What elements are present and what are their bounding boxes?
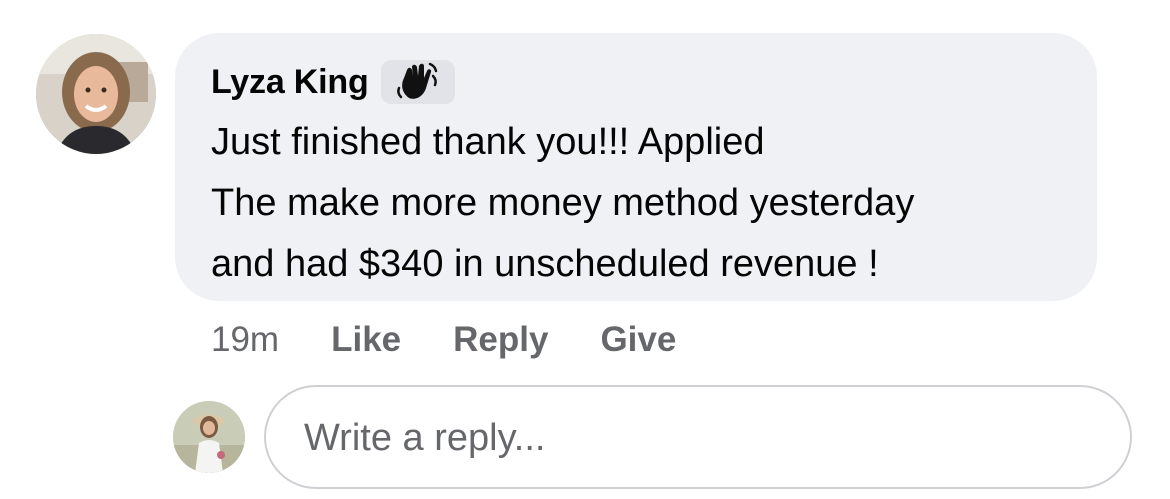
give-button[interactable]: Give [600,320,676,360]
comment-actions: 19m Like Reply Give [211,320,728,360]
commenter-avatar[interactable] [36,34,156,154]
like-button[interactable]: Like [331,320,401,360]
reply-input-container[interactable] [264,385,1132,489]
waving-hand-icon [396,62,437,99]
comment-author-name[interactable]: Lyza King [211,63,369,102]
commenter-avatar-image [36,34,156,154]
comment-timestamp[interactable]: 19m [211,320,279,360]
reply-button[interactable]: Reply [453,320,548,360]
author-badge[interactable] [380,60,455,104]
current-user-avatar[interactable] [173,401,245,473]
comment-text-line: Just finished thank you!!! Applied [211,121,765,163]
comment-text: Just finished thank you!!! Applied The m… [211,112,1097,295]
comment-bubble: Lyza King Just finished thank you!!! App… [175,33,1097,301]
reply-input[interactable] [302,387,1086,489]
current-user-avatar-image [173,401,245,473]
comment-text-line: and had $340 in unscheduled revenue ! [211,243,879,285]
comment-text-line: The make more money method yesterday [211,182,915,224]
